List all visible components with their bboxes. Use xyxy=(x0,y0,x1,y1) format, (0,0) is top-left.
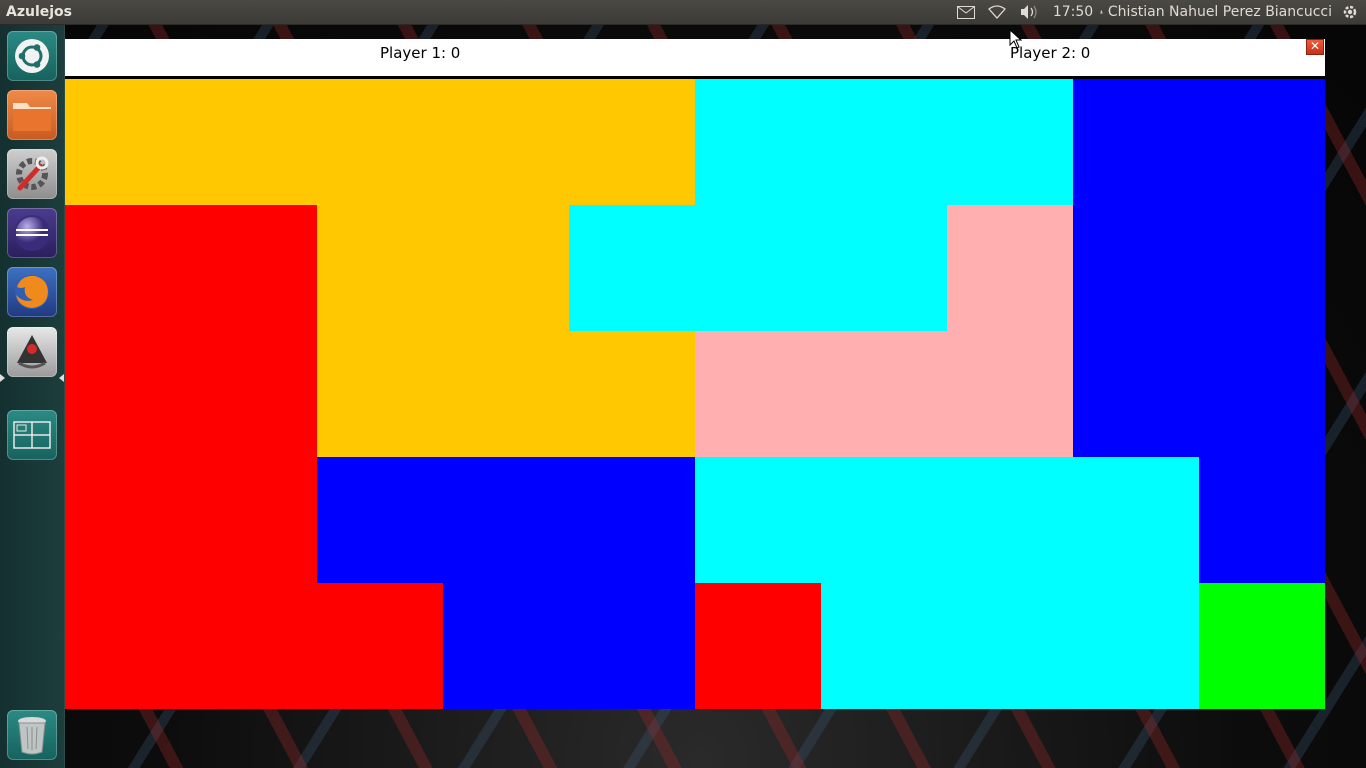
user-menu[interactable]: Chistian Nahuel Perez Biancucci xyxy=(1100,0,1332,24)
clock[interactable]: 17:50 xyxy=(1053,0,1093,24)
workspace-switcher-icon xyxy=(13,421,51,449)
tile[interactable] xyxy=(191,331,317,457)
settings-launcher[interactable] xyxy=(7,149,57,199)
tile[interactable] xyxy=(947,457,1073,583)
java-app-icon xyxy=(17,335,47,369)
tile[interactable] xyxy=(1199,331,1325,457)
tile[interactable] xyxy=(443,583,569,709)
running-indicator-icon xyxy=(0,374,5,382)
top-panel: Azulejos 17:50 Chistian Nahuel Perez Bia… xyxy=(0,0,1366,25)
tile[interactable] xyxy=(821,331,947,457)
wifi-icon[interactable] xyxy=(987,0,1007,24)
folder-icon xyxy=(13,103,51,131)
tile[interactable] xyxy=(1073,79,1199,205)
dash-button[interactable] xyxy=(7,31,57,81)
mouse-cursor-icon xyxy=(1009,29,1023,49)
tile[interactable] xyxy=(695,205,821,331)
tile[interactable] xyxy=(695,79,821,205)
firefox-launcher[interactable] xyxy=(7,267,57,317)
tile[interactable] xyxy=(569,583,695,709)
player1-score: Player 1: 0 xyxy=(380,44,461,62)
mail-icon[interactable] xyxy=(956,0,976,24)
close-button[interactable]: ✕ xyxy=(1306,39,1324,55)
tile[interactable] xyxy=(443,79,569,205)
tile[interactable] xyxy=(695,457,821,583)
tile[interactable] xyxy=(191,205,317,331)
system-settings-icon xyxy=(16,156,49,191)
game-board[interactable] xyxy=(65,79,1325,709)
tile[interactable] xyxy=(1199,457,1325,583)
tile[interactable] xyxy=(1199,205,1325,331)
launcher xyxy=(0,25,65,768)
score-bar: Player 1: 0 Player 2: 0 ✕ xyxy=(65,39,1325,79)
volume-icon[interactable] xyxy=(1019,0,1041,24)
trash-launcher[interactable] xyxy=(7,710,57,760)
tile[interactable] xyxy=(947,205,1073,331)
tile[interactable] xyxy=(695,583,821,709)
tile[interactable] xyxy=(443,205,569,331)
tile[interactable] xyxy=(443,331,569,457)
files-launcher[interactable] xyxy=(7,90,57,140)
tile[interactable] xyxy=(947,79,1073,205)
session-gear-icon[interactable] xyxy=(1340,0,1360,24)
tile[interactable] xyxy=(569,205,695,331)
user-name: Chistian Nahuel Perez Biancucci xyxy=(1107,4,1332,20)
workspace-launcher[interactable] xyxy=(7,410,57,460)
tile[interactable] xyxy=(191,583,317,709)
tile[interactable] xyxy=(443,457,569,583)
tile[interactable] xyxy=(317,79,443,205)
user-icon xyxy=(1100,10,1103,14)
tile[interactable] xyxy=(317,205,443,331)
tile[interactable] xyxy=(569,79,695,205)
tile[interactable] xyxy=(695,331,821,457)
tile[interactable] xyxy=(821,583,947,709)
tile[interactable] xyxy=(821,457,947,583)
tile[interactable] xyxy=(1199,583,1325,709)
app-title: Azulejos xyxy=(6,4,72,20)
tile[interactable] xyxy=(65,79,191,205)
tile[interactable] xyxy=(821,79,947,205)
tile[interactable] xyxy=(1073,583,1199,709)
tile[interactable] xyxy=(191,79,317,205)
eclipse-icon xyxy=(14,215,50,251)
trash-icon xyxy=(18,717,46,755)
tile[interactable] xyxy=(569,331,695,457)
tile[interactable] xyxy=(317,583,443,709)
eclipse-launcher[interactable] xyxy=(7,208,57,258)
tile[interactable] xyxy=(1073,331,1199,457)
tile[interactable] xyxy=(65,205,191,331)
tile[interactable] xyxy=(1073,457,1199,583)
tile[interactable] xyxy=(65,583,191,709)
tile[interactable] xyxy=(821,205,947,331)
tile[interactable] xyxy=(1199,79,1325,205)
tile[interactable] xyxy=(65,331,191,457)
game-window: Player 1: 0 Player 2: 0 ✕ xyxy=(65,39,1325,709)
tile[interactable] xyxy=(191,457,317,583)
tile[interactable] xyxy=(1073,205,1199,331)
ubuntu-logo-icon xyxy=(15,39,49,73)
tile[interactable] xyxy=(317,457,443,583)
tile[interactable] xyxy=(947,331,1073,457)
tile[interactable] xyxy=(65,457,191,583)
firefox-icon xyxy=(15,275,49,309)
tile[interactable] xyxy=(947,583,1073,709)
java-launcher[interactable] xyxy=(7,327,57,377)
focused-indicator-icon xyxy=(59,374,64,382)
tile[interactable] xyxy=(569,457,695,583)
tile[interactable] xyxy=(317,331,443,457)
